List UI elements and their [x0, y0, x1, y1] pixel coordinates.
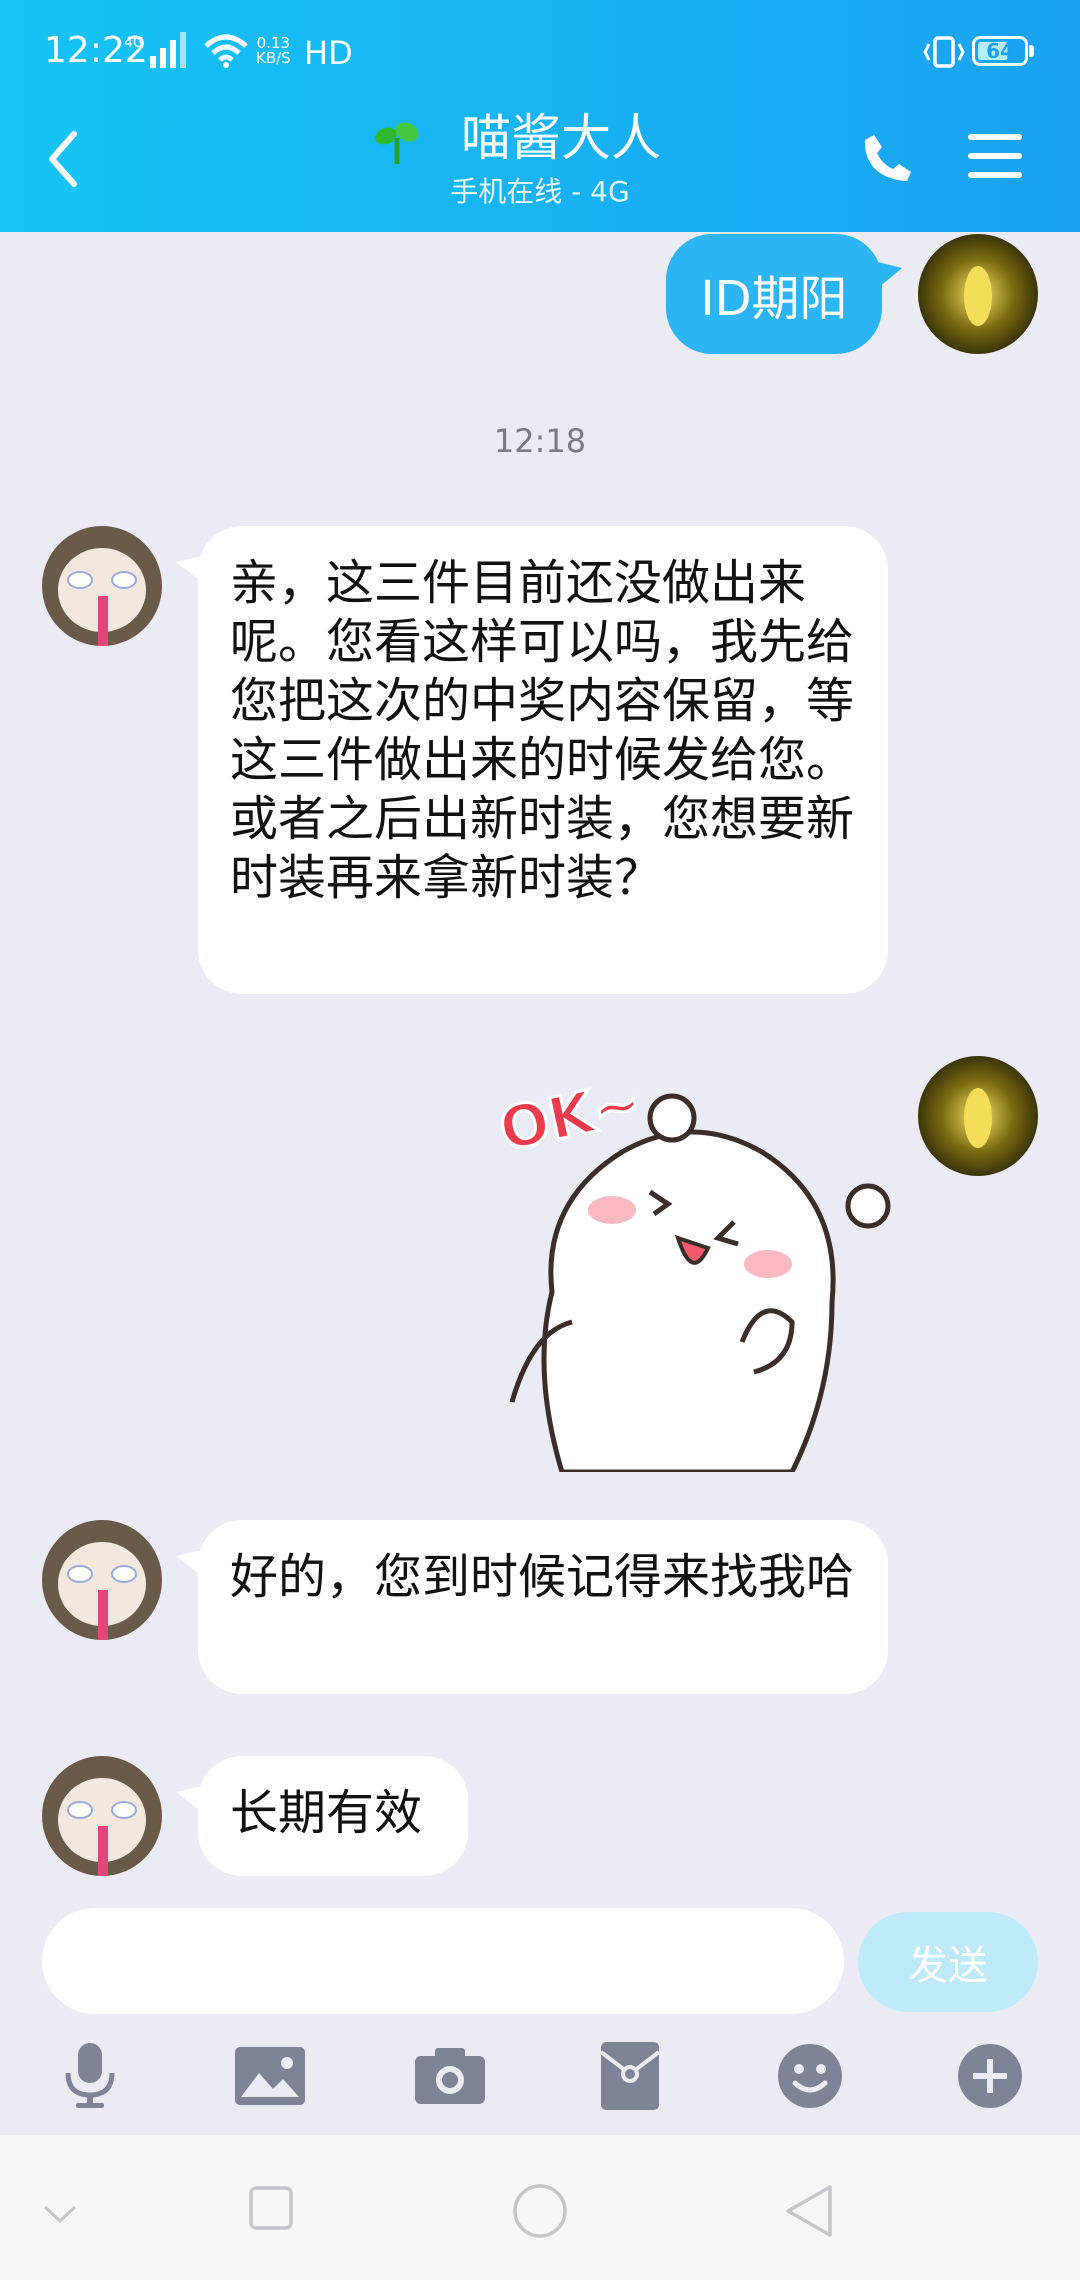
bubble-tail — [878, 262, 902, 288]
plus-icon[interactable] — [950, 2036, 1030, 2116]
chat-header: 12:22 4G 0.13 KB/S HD 64 喵酱大人 手机在线 - 4G — [0, 0, 1080, 232]
contact-message-bubble[interactable]: 好的，您到时候记得来找我哈 — [198, 1520, 888, 1694]
menu-icon[interactable] — [968, 132, 1022, 180]
signal-icon — [150, 32, 186, 68]
contact-avatar[interactable] — [42, 526, 162, 646]
recents-icon[interactable] — [248, 2185, 294, 2231]
vibrate-icon — [923, 36, 965, 68]
network-speed: 0.13 KB/S — [256, 34, 291, 67]
battery-level: 64 — [986, 39, 1014, 63]
contact-name: 喵酱大人 — [461, 109, 661, 167]
my-avatar[interactable] — [918, 1056, 1038, 1176]
phone-icon[interactable] — [862, 132, 914, 184]
my-avatar[interactable] — [918, 234, 1038, 354]
ok-bear-sticker[interactable]: OK~ — [492, 1072, 892, 1472]
emoji-icon[interactable] — [770, 2036, 850, 2116]
home-icon[interactable] — [512, 2183, 568, 2239]
network-type: 4G — [124, 35, 144, 51]
image-icon[interactable] — [230, 2036, 310, 2116]
hd-indicator: HD — [304, 34, 353, 72]
back-nav-icon[interactable] — [784, 2183, 834, 2239]
contact-avatar[interactable] — [42, 1520, 162, 1640]
contact-avatar[interactable] — [42, 1756, 162, 1876]
send-button[interactable]: 发送 — [858, 1912, 1038, 2012]
contact-message-bubble[interactable]: 亲，这三件目前还没做出来呢。您看这样可以吗，我先给您把这次的中奖内容保留，等这三… — [198, 526, 888, 994]
collapse-nav-icon[interactable] — [42, 2203, 78, 2225]
wifi-icon — [204, 34, 248, 68]
battery-icon: 64 — [972, 36, 1028, 66]
message-timestamp: 12:18 — [493, 422, 587, 460]
contact-message-bubble[interactable]: 长期有效 — [198, 1756, 468, 1876]
my-message-bubble[interactable]: ID期阳 — [666, 234, 882, 354]
microphone-icon[interactable] — [50, 2036, 130, 2116]
red-packet-icon[interactable] — [590, 2036, 670, 2116]
system-navigation-bar — [0, 2135, 1080, 2280]
contact-status: 手机在线 - 4G — [450, 175, 630, 208]
camera-icon[interactable] — [410, 2036, 490, 2116]
message-input[interactable] — [42, 1908, 844, 2014]
